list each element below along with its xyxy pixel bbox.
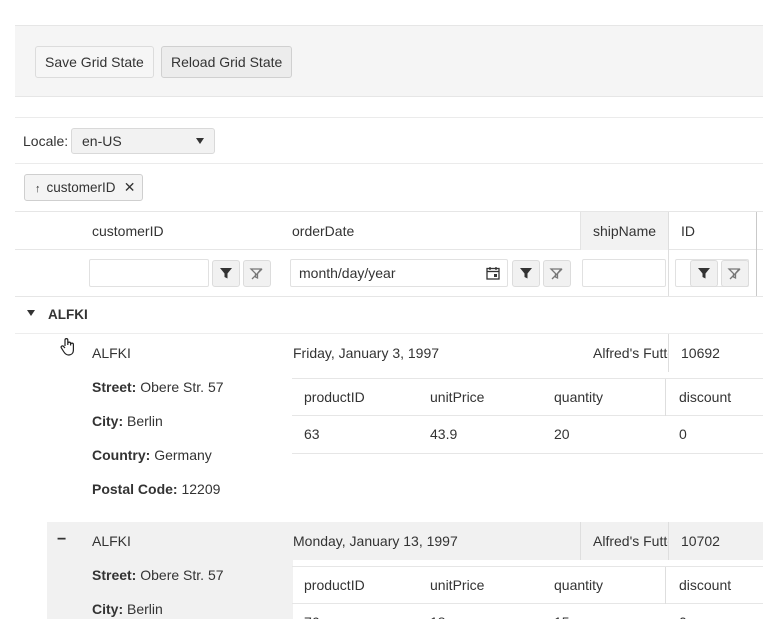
clear-filter-icon	[249, 268, 263, 280]
filter-row: month/day/year	[15, 250, 763, 297]
postal-code-value: 12209	[181, 481, 221, 497]
column-divider	[665, 379, 666, 416]
table-row[interactable]: ALFKI Friday, January 3, 1997 Alfred's F…	[47, 334, 763, 372]
calendar-icon[interactable]	[486, 266, 500, 280]
chevron-down-icon	[196, 138, 204, 144]
subgrid-cell-unitPrice: 43.9	[430, 426, 458, 442]
subgrid-cell-productID: 76	[304, 604, 320, 619]
city-label: City:	[92, 413, 124, 429]
orderDate-filter-input[interactable]: month/day/year	[290, 259, 508, 287]
column-header-id[interactable]: ID	[669, 212, 757, 250]
subgrid-cell-productID: 63	[304, 426, 320, 442]
locale-select[interactable]: en-US	[71, 128, 215, 154]
cell-shipName: Alfred's Futterkiste	[593, 345, 668, 361]
customerID-clear-filter-button[interactable]	[243, 260, 271, 287]
group-title: ALFKI	[48, 307, 88, 322]
order-details-subgrid: productID unitPrice quantity discount 76…	[292, 566, 763, 619]
column-divider	[668, 522, 669, 560]
locale-row: Locale: en-US	[15, 117, 763, 164]
city-label: City:	[92, 601, 124, 617]
customerID-filter-button[interactable]	[212, 260, 240, 287]
orderDate-filter-button[interactable]	[512, 260, 540, 287]
id-filter-button[interactable]	[690, 260, 718, 287]
clear-filter-icon	[727, 268, 741, 280]
shipName-filter-input[interactable]	[582, 259, 666, 287]
subgrid-row[interactable]: 76 18 15 0	[292, 604, 763, 619]
subgrid-row[interactable]: 63 43.9 20 0	[292, 416, 763, 454]
data-grid: customerID orderDate shipName ID month/d…	[15, 211, 763, 619]
row-detail-address: Street: Obere Str. 57 City: Berlin Count…	[92, 378, 224, 514]
filter-icon	[698, 268, 710, 279]
cell-orderDate: Monday, January 13, 1997	[293, 533, 458, 549]
subgrid-cell-quantity: 20	[554, 426, 570, 442]
city-value: Berlin	[127, 601, 163, 617]
subgrid-header-unitPrice[interactable]: unitPrice	[430, 379, 484, 416]
row-detail-address: Street: Obere Str. 57 City: Berlin	[92, 566, 224, 619]
column-divider	[580, 522, 581, 560]
subgrid-header-discount[interactable]: discount	[679, 379, 731, 416]
country-value: Germany	[154, 447, 212, 463]
toolbar: Save Grid State Reload Grid State	[15, 25, 763, 97]
cell-shipName: Alfred's Futterkiste	[593, 533, 668, 549]
filter-icon	[520, 268, 532, 279]
subgrid-cell-discount: 0	[679, 604, 687, 619]
order-details-subgrid: productID unitPrice quantity discount 63…	[292, 378, 763, 454]
hand-pointer-icon	[60, 338, 74, 356]
close-icon[interactable]: ✕	[124, 175, 136, 200]
reload-grid-state-button[interactable]: Reload Grid State	[161, 46, 293, 78]
collapse-icon[interactable]: −	[57, 530, 66, 550]
table-row[interactable]: − ALFKI Monday, January 13, 1997 Alfred'…	[47, 522, 763, 560]
subgrid-header-productID[interactable]: productID	[304, 567, 365, 604]
orderDate-clear-filter-button[interactable]	[543, 260, 571, 287]
clear-filter-icon	[549, 268, 563, 280]
customerID-filter-input[interactable]	[89, 259, 209, 287]
subgrid-header-unitPrice[interactable]: unitPrice	[430, 567, 484, 604]
locale-label: Locale:	[23, 133, 69, 149]
cell-customerID: ALFKI	[92, 345, 131, 361]
subgrid-cell-quantity: 15	[554, 604, 570, 619]
expand-collapse-icon[interactable]	[27, 310, 35, 316]
group-by-chip-label: customerID	[46, 180, 116, 195]
subgrid-header-productID[interactable]: productID	[304, 379, 365, 416]
column-header-orderDate[interactable]: orderDate	[280, 212, 580, 250]
sort-ascending-icon[interactable]: ↑	[35, 183, 41, 195]
cell-id: 10692	[681, 345, 720, 361]
locale-value: en-US	[82, 133, 122, 149]
column-header-shipName[interactable]: shipName	[580, 212, 668, 250]
subgrid-cell-unitPrice: 18	[430, 604, 446, 619]
cell-orderDate: Friday, January 3, 1997	[293, 345, 440, 361]
cell-customerID: ALFKI	[92, 533, 131, 549]
subgrid-header-row: productID unitPrice quantity discount	[292, 566, 763, 604]
subgrid-header-row: productID unitPrice quantity discount	[292, 378, 763, 416]
street-label: Street:	[92, 567, 137, 583]
grid-header-row: customerID orderDate shipName ID	[15, 212, 763, 250]
column-divider	[665, 567, 666, 604]
id-clear-filter-button[interactable]	[721, 260, 749, 287]
street-value: Obere Str. 57	[140, 379, 224, 395]
subgrid-header-quantity[interactable]: quantity	[554, 567, 603, 604]
street-label: Street:	[92, 379, 137, 395]
subgrid-cell-discount: 0	[679, 426, 687, 442]
column-divider	[668, 334, 669, 372]
save-grid-state-button[interactable]: Save Grid State	[35, 46, 154, 78]
column-header-customerID[interactable]: customerID	[80, 212, 280, 250]
group-row[interactable]: ALFKI	[15, 297, 763, 334]
street-value: Obere Str. 57	[140, 567, 224, 583]
subgrid-header-quantity[interactable]: quantity	[554, 379, 603, 416]
group-by-chip[interactable]: ↑ customerID ✕	[24, 174, 143, 201]
city-value: Berlin	[127, 413, 163, 429]
postal-code-label: Postal Code:	[92, 481, 178, 497]
orderDate-filter-placeholder: month/day/year	[299, 265, 396, 281]
subgrid-header-discount[interactable]: discount	[679, 567, 731, 604]
filter-icon	[220, 268, 232, 279]
country-label: Country:	[92, 447, 151, 463]
cell-id: 10702	[681, 533, 720, 549]
